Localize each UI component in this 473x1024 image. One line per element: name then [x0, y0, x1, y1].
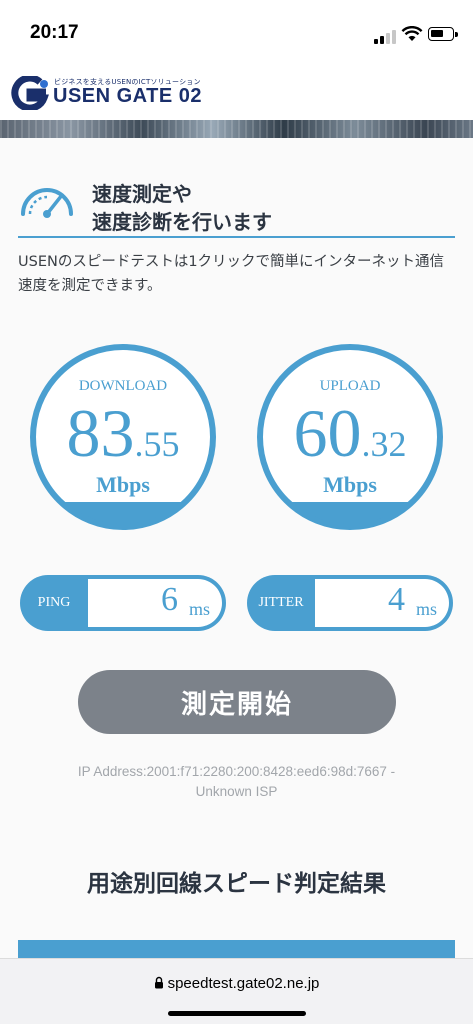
jitter-unit: ms [415, 599, 437, 619]
ping-value-box: 6 ms [88, 579, 222, 627]
header-banner-image [0, 120, 473, 138]
logo-text[interactable]: USEN GATE 02 [53, 85, 202, 108]
wifi-icon [401, 26, 423, 41]
intro-description: USENのスピードテストは1クリックで簡単にインターネット通信速度を測定できます… [18, 254, 445, 294]
ping-metric: PING 6 ms [20, 575, 226, 631]
download-value-dec: .55 [134, 424, 180, 464]
upload-value-int: 60 [293, 395, 362, 471]
start-measurement-button[interactable]: 測定開始 [78, 670, 396, 734]
status-time: 20:17 [30, 22, 79, 43]
lock-icon [154, 976, 163, 989]
download-value: 83.55 [20, 394, 226, 473]
upload-value: 60.32 [247, 394, 453, 473]
ping-unit: ms [188, 599, 210, 619]
download-unit: Mbps [96, 472, 150, 497]
usen-logo-icon[interactable] [8, 76, 52, 110]
heading-line-1: 速度測定や [92, 182, 192, 206]
speedometer-icon [21, 188, 73, 218]
ip-address-text: IP Address:2001:f71:2280:200:8428:eed6:9… [77, 764, 396, 779]
download-value-int: 83 [66, 395, 135, 471]
status-bar: 20:17 [0, 0, 473, 64]
jitter-metric: JITTER 4 ms [247, 575, 453, 631]
jitter-value: 4 [388, 581, 405, 618]
site-header: ビジネスを支えるUSENのICTソリューション USEN GATE 02 [0, 64, 473, 120]
jitter-value-box: 4 ms [315, 579, 449, 627]
intro-heading: 速度測定や 速度診断を行います [18, 176, 455, 238]
battery-icon [428, 27, 458, 41]
browser-address-bar[interactable]: speedtest.gate02.ne.jp [0, 958, 473, 1024]
home-indicator[interactable] [168, 1011, 306, 1016]
upload-value-dec: .32 [361, 424, 407, 464]
section-title: 用途別回線スピード判定結果 [87, 871, 386, 897]
upload-label: UPLOAD [319, 378, 381, 394]
cellular-signal-icon [374, 30, 396, 44]
jitter-label: JITTER [258, 595, 304, 610]
isp-text: Unknown ISP [195, 784, 278, 799]
upload-gauge: UPLOAD 60.32 Mbps [247, 342, 453, 532]
main-content: 速度測定や 速度診断を行います USENのスピードテストは1クリックで簡単にイン… [0, 138, 473, 960]
heading-line-2: 速度診断を行います [92, 210, 272, 234]
upload-unit: Mbps [323, 472, 377, 497]
results-section-header [18, 940, 455, 960]
ping-value: 6 [161, 581, 178, 618]
url-display[interactable]: speedtest.gate02.ne.jp [0, 975, 473, 992]
download-gauge: DOWNLOAD 83.55 Mbps [20, 342, 226, 532]
ping-label: PING [37, 595, 71, 610]
url-text: speedtest.gate02.ne.jp [167, 975, 320, 992]
download-label: DOWNLOAD [78, 378, 168, 394]
